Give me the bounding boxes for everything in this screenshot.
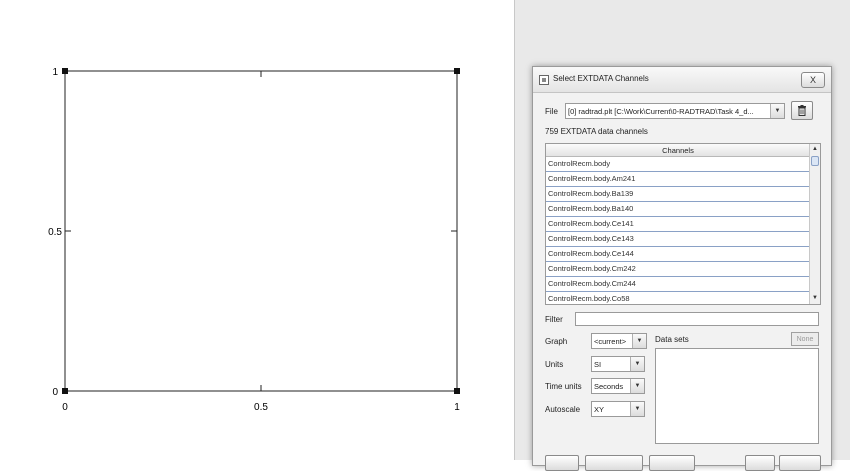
units-label: Units	[545, 360, 564, 369]
y-tick-label-0: 0	[52, 387, 58, 398]
units-select-value: SI	[594, 360, 602, 369]
corner-handle-bottom-right[interactable]	[454, 388, 460, 394]
scroll-up-icon[interactable]: ▲	[810, 144, 820, 155]
time-units-select[interactable]: Seconds ▼	[591, 378, 645, 394]
graph-select[interactable]: <current> ▼	[591, 333, 647, 349]
file-label: File	[545, 107, 558, 116]
chevron-down-icon[interactable]: ▼	[630, 402, 644, 416]
channels-scrollbar[interactable]: ▲ ▼	[809, 144, 820, 304]
table-row[interactable]: ControlRecm.body.Ba139	[546, 187, 810, 202]
file-select-value: [0] radtrad.plt [C:\Work\Current\0-RADTR…	[568, 107, 754, 116]
table-row[interactable]: ControlRecm.body.Ce144	[546, 247, 810, 262]
data-sets-label: Data sets	[655, 335, 689, 344]
channels-header[interactable]: Channels	[546, 144, 810, 157]
units-select[interactable]: SI ▼	[591, 356, 645, 372]
plot-canvas: 1 0.5 0 0 0.5 1	[48, 67, 460, 413]
x-tick-label-0-5: 0.5	[254, 402, 268, 413]
scroll-thumb[interactable]	[811, 156, 819, 166]
table-row[interactable]: ControlRecm.body.Cm244	[546, 277, 810, 292]
bottom-button-3[interactable]	[649, 455, 695, 471]
delete-file-button[interactable]	[791, 101, 813, 120]
y-tick-label-0-5: 0.5	[48, 227, 62, 238]
bottom-button-1[interactable]	[545, 455, 579, 471]
table-row[interactable]: ControlRecm.body.Co58	[546, 292, 810, 304]
dialog-title: Select EXTDATA Channels	[553, 74, 649, 83]
file-select[interactable]: [0] radtrad.plt [C:\Work\Current\0-RADTR…	[565, 103, 785, 119]
bottom-button-5[interactable]	[779, 455, 821, 471]
data-sets-list[interactable]	[655, 348, 819, 444]
channel-count: 759 EXTDATA data channels	[545, 127, 648, 136]
bottom-button-4[interactable]	[745, 455, 775, 471]
corner-handle-top-right[interactable]	[454, 68, 460, 74]
scroll-down-icon[interactable]: ▼	[810, 293, 820, 304]
plot-area: 1 0.5 0 0 0.5 1	[0, 0, 515, 460]
y-tick-label-1: 1	[52, 67, 58, 78]
window-icon	[539, 75, 549, 85]
corner-handle-bottom-left[interactable]	[62, 388, 68, 394]
autoscale-select-value: XY	[594, 405, 605, 414]
table-row[interactable]: ControlRecm.body.Am241	[546, 172, 810, 187]
table-row[interactable]: ControlRecm.body.Ce141	[546, 217, 810, 232]
chevron-down-icon[interactable]: ▼	[770, 104, 784, 118]
graph-select-value: <current>	[594, 337, 627, 346]
bottom-button-2[interactable]	[585, 455, 643, 471]
time-units-label: Time units	[545, 382, 582, 391]
table-row[interactable]: ControlRecm.body.Cm242	[546, 262, 810, 277]
table-row[interactable]: ControlRecm.body	[546, 157, 810, 172]
none-button[interactable]: None	[791, 332, 819, 346]
filter-label: Filter	[545, 315, 563, 324]
channels-list: ControlRecm.body ControlRecm.body.Am241 …	[546, 157, 810, 304]
chevron-down-icon[interactable]: ▼	[632, 334, 646, 348]
chevron-down-icon[interactable]: ▼	[630, 357, 644, 371]
table-row[interactable]: ControlRecm.body.Ce143	[546, 232, 810, 247]
dialog-title-bar[interactable]: Select EXTDATA Channels X	[533, 67, 831, 93]
trash-icon	[798, 105, 806, 116]
corner-handle-top-left[interactable]	[62, 68, 68, 74]
filter-input[interactable]	[575, 312, 819, 326]
plot-frame	[64, 70, 458, 392]
select-extdata-dialog: Select EXTDATA Channels X File [0] radtr…	[532, 66, 832, 471]
channels-table: Channels ControlRecm.body ControlRecm.bo…	[545, 143, 821, 305]
close-icon: X	[809, 75, 816, 85]
time-units-select-value: Seconds	[594, 382, 624, 391]
close-button[interactable]: X	[801, 72, 825, 88]
chevron-down-icon[interactable]: ▼	[630, 379, 644, 393]
x-tick-label-0: 0	[62, 402, 68, 413]
autoscale-select[interactable]: XY ▼	[591, 401, 645, 417]
autoscale-label: Autoscale	[545, 405, 581, 414]
x-tick-label-1: 1	[454, 402, 460, 413]
table-row[interactable]: ControlRecm.body.Ba140	[546, 202, 810, 217]
graph-label: Graph	[545, 337, 568, 346]
